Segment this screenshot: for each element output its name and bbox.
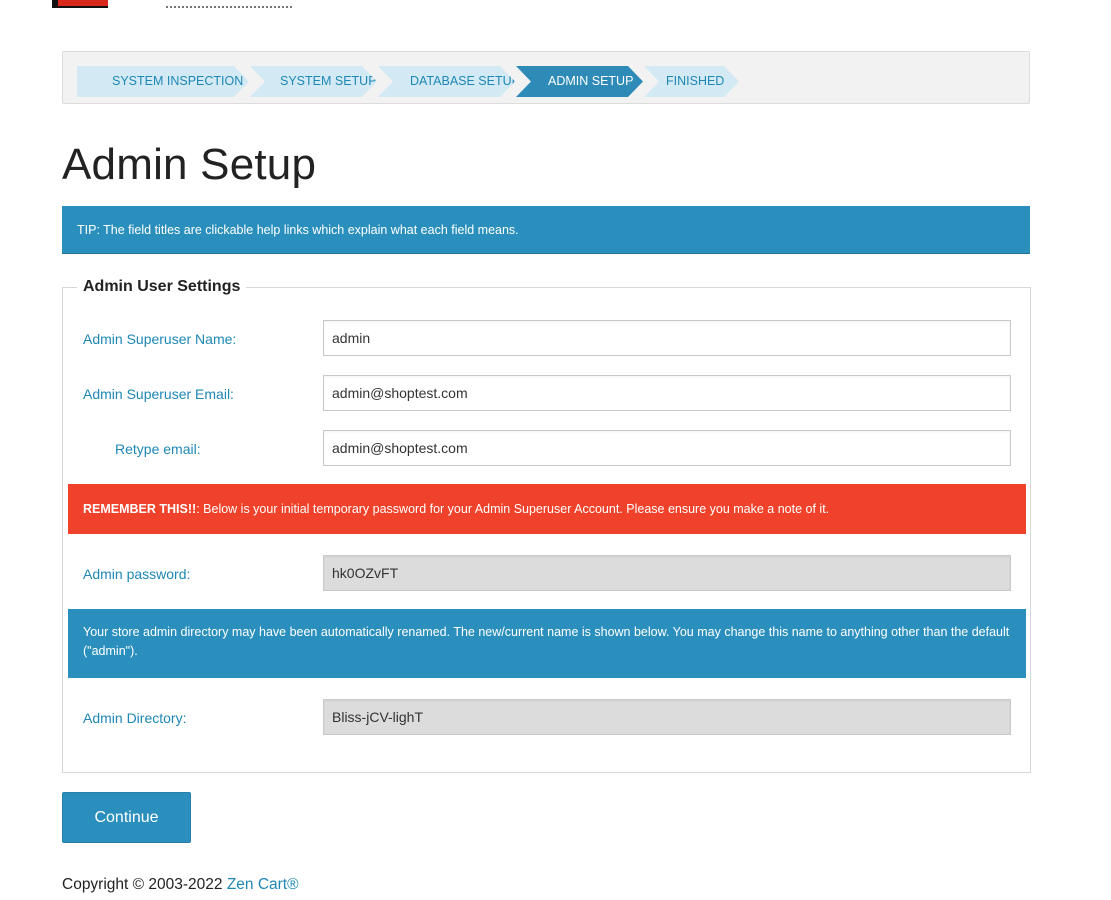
superuser-email-input[interactable] — [323, 375, 1011, 411]
password-warning-text: : Below is your initial temporary passwo… — [196, 502, 830, 516]
admin-password-help-link[interactable]: Admin password: — [83, 566, 190, 582]
password-warning-strong: REMEMBER THIS!! — [83, 502, 197, 516]
admin-password-field[interactable] — [323, 555, 1011, 591]
logo-tagline — [166, 0, 292, 8]
superuser-name-input[interactable] — [323, 320, 1011, 356]
admin-user-settings-fieldset: Admin User Settings Admin Superuser Name… — [62, 278, 1031, 773]
admin-directory-field[interactable] — [323, 699, 1011, 735]
copyright-text: Copyright © 2003-2022 — [62, 876, 227, 893]
retype-email-input[interactable] — [323, 430, 1011, 466]
page-title: Admin Setup — [62, 140, 317, 189]
breadcrumb: SYSTEM INSPECTION SYSTEM SETUP DATABASE … — [77, 66, 740, 97]
superuser-email-help-link[interactable]: Admin Superuser Email: — [83, 386, 234, 402]
footer-copyright: Copyright © 2003-2022 Zen Cart® — [62, 876, 299, 894]
zen-cart-link[interactable]: Zen Cart® — [227, 876, 299, 893]
fieldset-legend: Admin User Settings — [77, 278, 247, 296]
password-warning-alert: REMEMBER THIS!!: Below is your initial t… — [68, 484, 1026, 534]
installer-page: SYSTEM INSPECTION SYSTEM SETUP DATABASE … — [0, 0, 1111, 900]
zen-cart-logo — [52, 0, 292, 8]
superuser-name-help-link[interactable]: Admin Superuser Name: — [83, 331, 236, 347]
breadcrumb-admin-setup: ADMIN SETUP — [516, 66, 643, 97]
tip-banner: TIP: The field titles are clickable help… — [62, 206, 1030, 254]
retype-email-help-link[interactable]: Retype email: — [115, 441, 201, 457]
continue-button[interactable]: Continue — [62, 792, 191, 843]
admin-directory-help-link[interactable]: Admin Directory: — [83, 710, 186, 726]
breadcrumb-system-inspection: SYSTEM INSPECTION — [77, 66, 249, 97]
breadcrumb-finished: FINISHED — [644, 66, 739, 97]
logo-mark-icon — [52, 0, 110, 8]
breadcrumb-system-setup: SYSTEM SETUP — [250, 66, 377, 97]
breadcrumb-database-setup: DATABASE SETUP — [378, 66, 515, 97]
admin-directory-info-alert: Your store admin directory may have been… — [68, 609, 1026, 678]
progress-breadcrumb-panel: SYSTEM INSPECTION SYSTEM SETUP DATABASE … — [62, 51, 1030, 104]
